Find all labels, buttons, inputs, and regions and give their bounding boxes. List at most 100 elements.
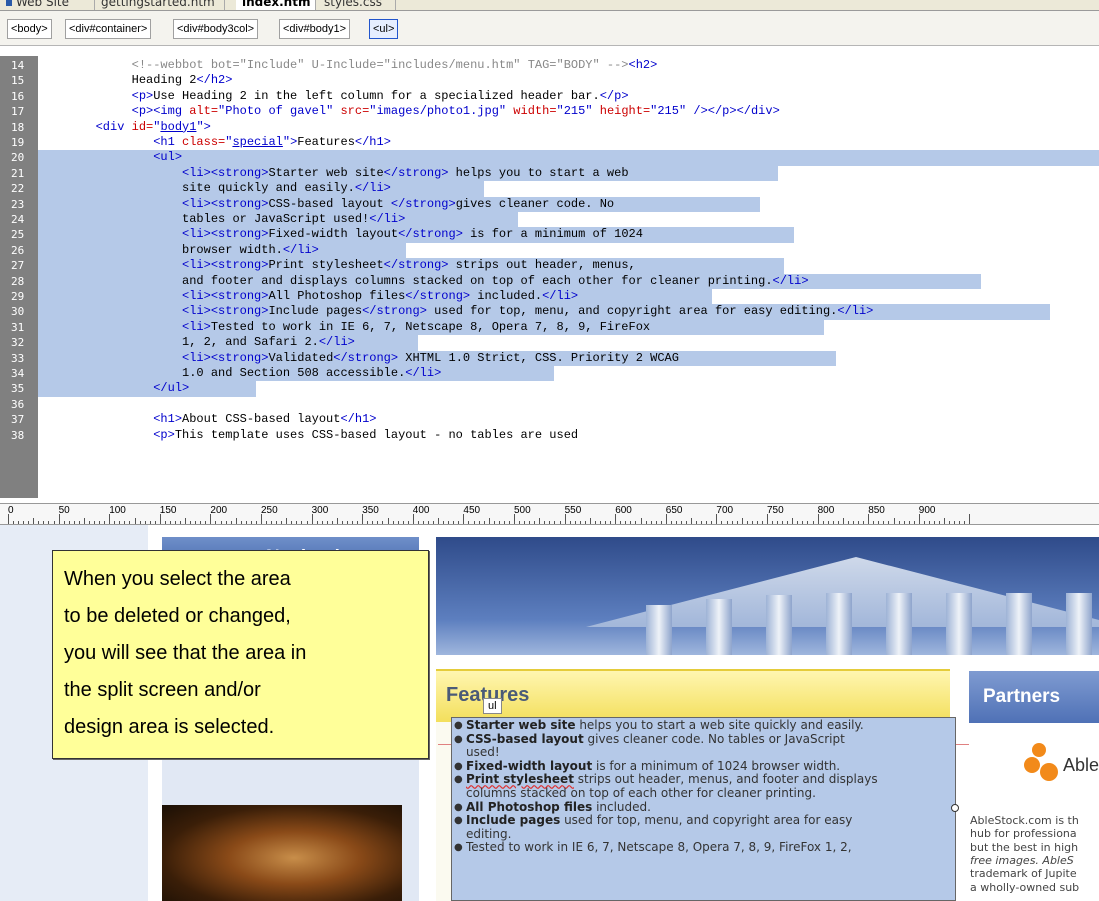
ruler-tick	[802, 521, 804, 524]
code-tag: </li>	[369, 212, 406, 226]
ruler-label: 200	[210, 505, 228, 516]
code-tag: </ul>	[153, 381, 190, 396]
bullet-icon: ●	[454, 720, 463, 731]
site-icon	[6, 0, 12, 6]
ruler-label: 500	[514, 505, 531, 516]
partner-text-line: AbleStock.com is th	[970, 814, 1079, 827]
list-item-text: used!	[466, 745, 500, 760]
list-item-bold: Fixed-width layout	[466, 758, 593, 773]
tab-gettingstarted[interactable]: gettingstarted.htm	[95, 0, 225, 10]
line-number: 16	[11, 89, 25, 103]
ruler-tick	[261, 514, 262, 524]
ul-tag-label[interactable]: ul	[483, 698, 502, 714]
ruler-tick	[276, 521, 278, 524]
code-line: 1.0 and Section 508 accessible.</li>	[38, 366, 441, 381]
code-value: "215"	[556, 104, 593, 119]
code-line: <li><strong>Fixed-width layout</strong> …	[38, 227, 643, 242]
ruler-tick	[341, 521, 343, 524]
ruler-tick	[503, 521, 505, 524]
code-text: Use Heading 2 in the left column for a s…	[153, 88, 600, 103]
code-text: All Photoshop files	[268, 289, 406, 303]
ruler-tick	[817, 514, 819, 524]
line-number: 17	[11, 105, 25, 119]
ruler-tick	[721, 521, 723, 524]
code-line: <!--webbot bot="Include" U-Include="incl…	[38, 58, 658, 73]
code-line: </ul>	[38, 381, 189, 396]
ruler-tick	[858, 521, 860, 524]
ruler-tick	[660, 521, 662, 524]
bullet-icon: ●	[454, 774, 463, 786]
code-text: helps you to start a web	[448, 165, 629, 180]
list-item-text: strips out header, menus, and footer and…	[573, 772, 878, 787]
code-text: Fixed-width layout	[268, 227, 399, 242]
ruler-tick	[195, 521, 197, 524]
code-text: Validated	[268, 350, 334, 365]
partner-text-line: but the best in high	[970, 840, 1079, 854]
line-number: 33	[11, 351, 25, 365]
ruler-tick	[210, 514, 212, 524]
tag-div-container[interactable]: <div#container>	[65, 19, 152, 39]
code-value: special	[232, 135, 283, 149]
tab-styles[interactable]: styles.css	[318, 0, 396, 10]
ruler-tick	[726, 521, 728, 524]
column-shape	[766, 595, 792, 655]
ruler-tick	[797, 521, 799, 524]
ruler-tick	[473, 521, 475, 524]
ruler-label: 50	[58, 505, 70, 516]
ruler-tick	[736, 521, 738, 524]
ruler-tick	[483, 521, 485, 524]
tag-body[interactable]: <body>	[7, 19, 52, 39]
ruler-tick	[868, 514, 870, 524]
code-tag: </li>	[318, 335, 355, 350]
line-number: 37	[11, 413, 25, 427]
code-line: browser width.</li>	[38, 243, 319, 258]
tag-ul[interactable]: <ul>	[369, 19, 399, 39]
ruler-tick	[812, 521, 814, 524]
ruler-tick	[539, 518, 541, 524]
ruler-tick	[427, 521, 429, 524]
code-tag: </strong>	[333, 350, 399, 365]
code-tag: <li><strong>	[182, 289, 269, 303]
ruler-tick	[554, 521, 556, 524]
ruler-tick	[670, 521, 672, 524]
ruler-tick	[873, 521, 875, 524]
ruler-tick	[114, 521, 116, 524]
column-shape	[886, 593, 912, 655]
ruler-tick	[134, 518, 136, 524]
list-item: ● Fixed-width layout is for a minimum of …	[454, 758, 954, 774]
ruler-tick	[185, 518, 187, 524]
ruler-tick	[301, 521, 303, 524]
code-line: <li><strong>All Photoshop files</strong>…	[38, 289, 578, 304]
code-tag: </strong>	[383, 258, 449, 273]
code-text: Starter web site	[268, 165, 384, 180]
tab-web-site[interactable]: Web Site	[0, 0, 95, 10]
ruler-tick	[174, 521, 176, 524]
ruler-tick	[443, 521, 445, 524]
ruler-tick	[908, 521, 910, 524]
ruler-tick	[923, 521, 925, 524]
ruler-tick	[28, 521, 30, 524]
ruler-tick	[903, 521, 905, 524]
ruler-tick	[650, 521, 652, 524]
ruler-tick	[382, 521, 384, 524]
ruler-tick	[336, 518, 338, 524]
code-attr: id=	[131, 119, 154, 134]
tag-div-body3col[interactable]: <div#body3col>	[173, 19, 259, 39]
code-tag: <p>	[153, 427, 175, 442]
ruler-tick	[842, 518, 844, 524]
code-attr: src=	[333, 104, 370, 119]
code-text: Features	[297, 135, 355, 149]
ruler-tick	[847, 521, 849, 524]
tab-index[interactable]: index.htm	[236, 0, 316, 10]
ruler-tick	[23, 521, 25, 524]
list-item: ● Starter web site helps you to start a w…	[454, 718, 954, 733]
tab-label: Web Site	[16, 0, 70, 9]
tag-div-body1[interactable]: <div#body1>	[279, 19, 350, 39]
code-view[interactable]: 14 15 16 17 18 19 20 21 22 23 24 25 26 2…	[0, 56, 1099, 498]
ruler-tick	[741, 518, 743, 524]
ruler-tick	[372, 521, 374, 524]
code-text: Heading 2	[131, 73, 197, 88]
column-shape	[706, 599, 732, 655]
ruler-tick	[18, 521, 20, 524]
ruler-tick	[782, 521, 784, 524]
